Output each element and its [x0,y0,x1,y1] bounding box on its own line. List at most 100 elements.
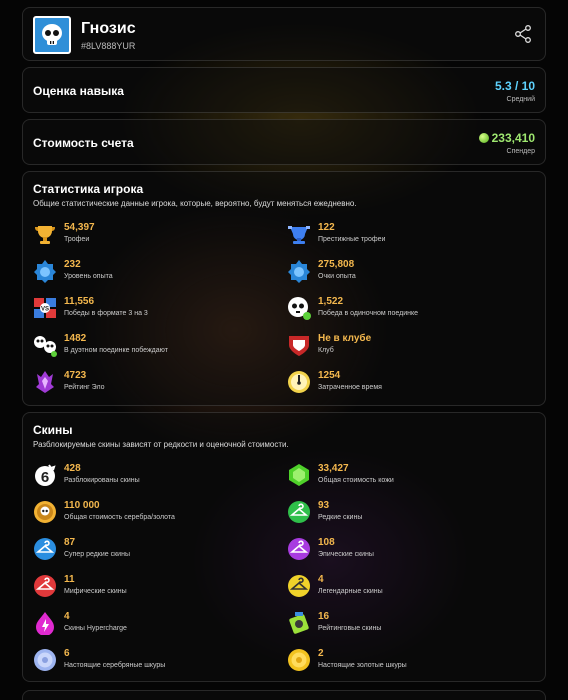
skin-item: 11 Мифические скины [33,573,283,601]
stat-label: Затраченное время [318,384,382,391]
account-value-card: Стоимость счета 233,410 Спендер [22,119,546,165]
skill-rating-card: Оценка навыка 5.3 / 10 Средний [22,67,546,113]
skin-value: 93 [318,500,330,511]
rare-hanger-icon [287,500,311,524]
stat-item: 1254 Затраченное время [287,369,537,397]
stat-label: Клуб [318,347,334,354]
skin-item: 6 Настоящие серебряные шкуры [33,647,283,675]
section-title: Скины [33,423,73,437]
coin-icon [478,133,489,143]
section-description: Общие статистические данные игрока, кото… [33,199,357,208]
skin-value: 16 [318,611,330,622]
account-value-amount: 233,410 [478,131,535,145]
skin-value: 87 [64,537,76,548]
avatar[interactable] [33,16,71,54]
hypercharge-icon [33,611,57,635]
skull-icon [42,24,62,45]
skin-item: 4 Легендарные скины [287,573,537,601]
section-title: Статистика игрока [33,182,144,196]
stat-item: Не в клубе Клуб [287,332,537,360]
stat-label: Уровень опыта [64,273,113,280]
ranked-skin-icon [287,611,311,635]
experience-points-icon [287,259,311,283]
gold-coin-icon [287,648,311,672]
experience-star-icon [33,259,57,283]
stat-item: 4723 Рейтинг Эло [33,369,283,397]
skin-item: 2 Настоящие золотые шкуры [287,647,537,675]
trophy-icon [33,222,57,246]
gem-icon [287,463,311,487]
stat-label: Очки опыта [318,273,356,280]
silver-coin-icon [33,648,57,672]
skin-item: 87 Супер редкие скины [33,536,283,564]
3v3-icon: VS [33,296,57,320]
skin-label: Рейтинговые скины [318,625,382,632]
stat-item: 1482 В дуэтном поединке побеждают [33,332,283,360]
stat-label: Престижные трофеи [318,236,386,243]
stat-value: 275,808 [318,259,355,270]
stat-label: В дуэтном поединке побеждают [64,347,168,354]
stat-value: 1,522 [318,296,344,307]
skin-item: 108 Эпические скины [287,536,537,564]
skin-value: 4 [318,574,324,585]
player-name: Гнозис [81,20,136,37]
skin-value: 428 [64,463,81,474]
stat-item: VS 11,556 Победы в формате 3 на 3 [33,295,283,323]
skin-value: 33,427 [318,463,349,474]
skin-label: Эпические скины [318,551,374,558]
account-value-label: Стоимость счета [33,136,134,150]
skin-label: Мифические скины [64,588,127,595]
svg-text:VS: VS [41,307,49,313]
skill-rating-value: 5.3 / 10 [494,79,535,93]
share-icon[interactable] [513,24,533,44]
stat-value: 232 [64,259,81,270]
skin-value: 6 [64,648,70,659]
mythic-hanger-icon [33,574,57,598]
player-tag: #8LV888YUR [81,41,136,51]
skin-label: Редкие скины [318,514,363,521]
skin-item: 33,427 Общая стоимость кожи [287,462,537,490]
solo-showdown-icon [287,296,311,320]
skin-item: 110 000 Общая стоимость серебра/золота [33,499,283,527]
skin-item: 4 Скины Hypercharge [33,610,283,638]
skins-section: Скины Разблокируемые скины зависят от ре… [22,412,546,682]
stat-item: 122 Престижные трофеи [287,221,537,249]
stat-value: Не в клубе [318,333,372,344]
account-value-sub: Спендер [506,148,535,155]
skill-rating-label: Оценка навыка [33,84,124,98]
prestige-trophy-icon [287,222,311,246]
club-icon [287,333,311,357]
skin-label: Общая стоимость кожи [318,477,394,484]
stat-label: Победы в формате 3 на 3 [64,310,148,317]
skin-item: 16 Рейтинговые скины [287,610,537,638]
coin-skull-icon [33,500,57,524]
elo-rating-icon [33,370,57,394]
skins-unlocked-icon: 6 [33,463,57,487]
stat-label: Рейтинг Эло [64,384,105,391]
skin-item: 93 Редкие скины [287,499,537,527]
duo-showdown-icon [33,333,57,357]
skin-value: 4 [64,611,70,622]
skin-label: Настоящие серебряные шкуры [64,662,166,669]
player-stats-section: Статистика игрока Общие статистические д… [22,171,546,406]
skin-value: 2 [318,648,324,659]
stat-value: 1254 [318,370,341,381]
stat-value: 11,556 [64,296,95,307]
stat-item: 232 Уровень опыта [33,258,283,286]
next-section-card [22,690,546,700]
skin-label: Скины Hypercharge [64,625,127,632]
time-spent-icon [287,370,311,394]
stat-item: 1,522 Победа в одиночном поединке [287,295,537,323]
skin-value: 110 000 [64,500,100,511]
skin-item: 6 428 Разблокированы скины [33,462,283,490]
profile-header: Гнозис #8LV888YUR [22,7,546,61]
section-description: Разблокируемые скины зависят от редкости… [33,440,289,449]
skin-label: Легендарные скины [318,588,383,595]
skin-label: Общая стоимость серебра/золота [64,514,175,521]
stat-value: 54,397 [64,222,95,233]
epic-hanger-icon [287,537,311,561]
skin-label: Настоящие золотые шкуры [318,662,407,669]
stat-label: Трофеи [64,236,90,243]
stat-item: 275,808 Очки опыта [287,258,537,286]
stat-value: 4723 [64,370,87,381]
